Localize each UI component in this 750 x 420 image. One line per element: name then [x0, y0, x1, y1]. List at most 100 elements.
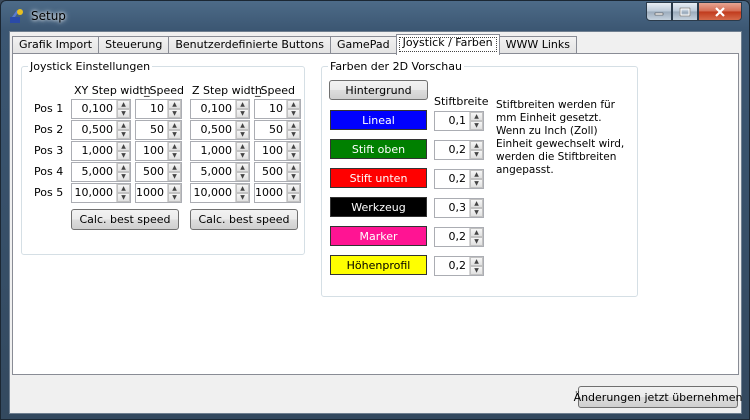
spin-up-icon[interactable]: ▲	[470, 112, 483, 121]
pen-color-button[interactable]: Lineal	[330, 110, 427, 130]
pen-width-input-value[interactable]: 0,1	[435, 112, 469, 130]
xy-step-input[interactable]: 5,000 ▲ ▼	[71, 162, 131, 182]
apply-changes-button[interactable]: Änderungen jetzt übernehmen	[574, 386, 742, 408]
z-step-input-value[interactable]: 5,000	[191, 163, 235, 181]
xy-speed-input-value[interactable]: 50	[136, 121, 167, 139]
spin-down-icon[interactable]: ▼	[470, 179, 483, 188]
spin-down-icon[interactable]: ▼	[470, 208, 483, 217]
spin-up-icon[interactable]: ▲	[168, 100, 181, 109]
spin-up-icon[interactable]: ▲	[117, 184, 130, 193]
spin-down-icon[interactable]: ▼	[236, 193, 249, 202]
z-speed-input[interactable]: 500 ▲ ▼	[254, 162, 301, 182]
z-step-input-value[interactable]: 0,500	[191, 121, 235, 139]
xy-speed-input[interactable]: 500 ▲ ▼	[135, 162, 182, 182]
xy-step-input[interactable]: 0,100 ▲ ▼	[71, 99, 131, 119]
spin-down-icon[interactable]: ▼	[287, 172, 300, 181]
spin-up-icon[interactable]: ▲	[168, 121, 181, 130]
z-step-input-value[interactable]: 0,100	[191, 100, 235, 118]
spin-down-icon[interactable]: ▼	[470, 266, 483, 275]
spin-down-icon[interactable]: ▼	[168, 151, 181, 160]
spin-up-icon[interactable]: ▲	[470, 170, 483, 179]
z-speed-input[interactable]: 1000 ▲ ▼	[254, 183, 301, 203]
tab-steuerung[interactable]: Steuerung	[98, 36, 170, 54]
xy-step-input[interactable]: 10,000 ▲ ▼	[71, 183, 131, 203]
pen-color-button[interactable]: Stift unten	[330, 168, 427, 188]
spin-up-icon[interactable]: ▲	[168, 142, 181, 151]
spin-up-icon[interactable]: ▲	[236, 121, 249, 130]
pen-color-button[interactable]: Werkzeug	[330, 197, 427, 217]
spin-up-icon[interactable]: ▲	[117, 121, 130, 130]
tab-benutzerdefinierte-buttons[interactable]: Benutzerdefinierte Buttons	[168, 36, 331, 54]
title-bar[interactable]: Setup	[1, 1, 749, 31]
z-speed-input-value[interactable]: 1000	[255, 184, 286, 202]
xy-speed-input-value[interactable]: 100	[136, 142, 167, 160]
xy-speed-input[interactable]: 10 ▲ ▼	[135, 99, 182, 119]
pen-width-input-value[interactable]: 0,2	[435, 257, 469, 275]
spin-up-icon[interactable]: ▲	[117, 100, 130, 109]
spin-up-icon[interactable]: ▲	[168, 163, 181, 172]
spin-up-icon[interactable]: ▲	[236, 184, 249, 193]
spin-up-icon[interactable]: ▲	[117, 163, 130, 172]
spin-down-icon[interactable]: ▼	[236, 151, 249, 160]
spin-up-icon[interactable]: ▲	[287, 163, 300, 172]
minimize-button[interactable]	[646, 2, 672, 21]
z-speed-input[interactable]: 10 ▲ ▼	[254, 99, 301, 119]
z-speed-input-value[interactable]: 10	[255, 100, 286, 118]
spin-down-icon[interactable]: ▼	[470, 237, 483, 246]
spin-down-icon[interactable]: ▼	[117, 109, 130, 118]
xy-step-input[interactable]: 0,500 ▲ ▼	[71, 120, 131, 140]
spin-down-icon[interactable]: ▼	[236, 109, 249, 118]
pen-width-input-value[interactable]: 0,3	[435, 199, 469, 217]
pen-width-input-value[interactable]: 0,2	[435, 141, 469, 159]
spin-up-icon[interactable]: ▲	[236, 163, 249, 172]
spin-up-icon[interactable]: ▲	[470, 141, 483, 150]
spin-down-icon[interactable]: ▼	[117, 172, 130, 181]
z-step-input-value[interactable]: 1,000	[191, 142, 235, 160]
pen-width-input[interactable]: 0,2 ▲ ▼	[434, 169, 484, 189]
pen-width-input-value[interactable]: 0,2	[435, 228, 469, 246]
spin-down-icon[interactable]: ▼	[236, 172, 249, 181]
pen-width-input[interactable]: 0,3 ▲ ▼	[434, 198, 484, 218]
z-step-input[interactable]: 0,100 ▲ ▼	[190, 99, 250, 119]
z-step-input-value[interactable]: 10,000	[191, 184, 235, 202]
spin-down-icon[interactable]: ▼	[236, 130, 249, 139]
spin-down-icon[interactable]: ▼	[470, 121, 483, 130]
z-speed-input-value[interactable]: 100	[255, 142, 286, 160]
spin-down-icon[interactable]: ▼	[470, 150, 483, 159]
xy-speed-input-value[interactable]: 500	[136, 163, 167, 181]
spin-up-icon[interactable]: ▲	[236, 142, 249, 151]
pen-color-button[interactable]: Stift oben	[330, 139, 427, 159]
spin-up-icon[interactable]: ▲	[470, 257, 483, 266]
spin-up-icon[interactable]: ▲	[287, 100, 300, 109]
z-speed-input[interactable]: 100 ▲ ▼	[254, 141, 301, 161]
spin-down-icon[interactable]: ▼	[168, 109, 181, 118]
tab-grafik-import[interactable]: Grafik Import	[12, 36, 100, 54]
tab-joystick-farben[interactable]: Joystick / Farben	[395, 34, 500, 55]
spin-down-icon[interactable]: ▼	[287, 151, 300, 160]
tab-gamepad[interactable]: GamePad	[329, 36, 397, 54]
tab-www-links[interactable]: WWW Links	[498, 36, 577, 54]
close-button[interactable]	[698, 2, 742, 21]
xy-step-input-value[interactable]: 1,000	[72, 142, 116, 160]
xy-speed-input-value[interactable]: 10	[136, 100, 167, 118]
pen-color-button[interactable]: Marker	[330, 226, 427, 246]
z-step-input[interactable]: 10,000 ▲ ▼	[190, 183, 250, 203]
pen-width-input[interactable]: 0,2 ▲ ▼	[434, 227, 484, 247]
xy-speed-input-value[interactable]: 1000	[136, 184, 167, 202]
z-speed-input[interactable]: 50 ▲ ▼	[254, 120, 301, 140]
spin-up-icon[interactable]: ▲	[470, 199, 483, 208]
xy-step-input[interactable]: 1,000 ▲ ▼	[71, 141, 131, 161]
spin-down-icon[interactable]: ▼	[168, 172, 181, 181]
z-step-input[interactable]: 1,000 ▲ ▼	[190, 141, 250, 161]
xy-step-input-value[interactable]: 5,000	[72, 163, 116, 181]
spin-down-icon[interactable]: ▼	[117, 130, 130, 139]
spin-up-icon[interactable]: ▲	[287, 184, 300, 193]
spin-up-icon[interactable]: ▲	[236, 100, 249, 109]
pen-width-input-value[interactable]: 0,2	[435, 170, 469, 188]
spin-up-icon[interactable]: ▲	[470, 228, 483, 237]
maximize-button[interactable]	[672, 2, 698, 21]
z-step-input[interactable]: 0,500 ▲ ▼	[190, 120, 250, 140]
spin-down-icon[interactable]: ▼	[168, 193, 181, 202]
spin-down-icon[interactable]: ▼	[168, 130, 181, 139]
pen-color-button[interactable]: Höhenprofil	[330, 255, 427, 275]
